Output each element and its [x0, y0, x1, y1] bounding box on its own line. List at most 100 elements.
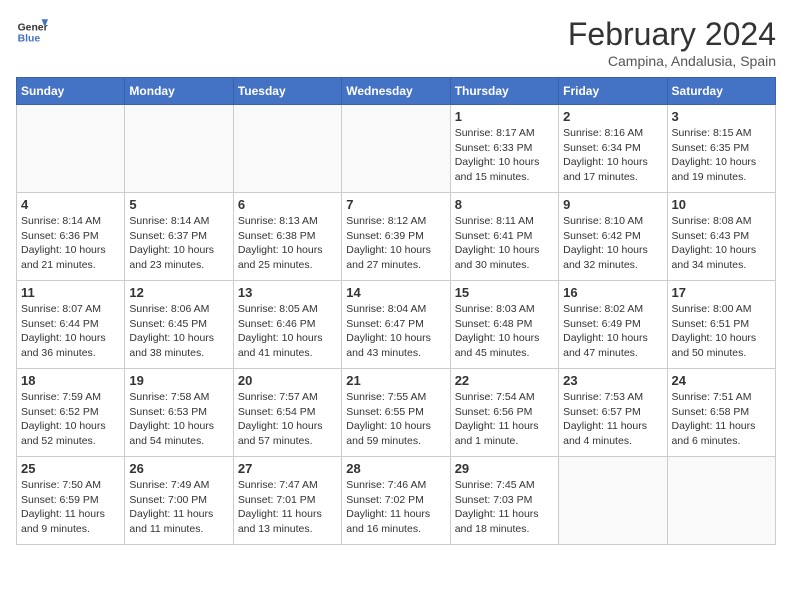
- calendar-day-cell: 8 Sunrise: 8:11 AMSunset: 6:41 PMDaylight…: [450, 193, 558, 281]
- day-number: 24: [672, 373, 771, 388]
- day-info: Sunrise: 8:02 AMSunset: 6:49 PMDaylight:…: [563, 302, 662, 361]
- calendar-day-cell: [667, 457, 775, 545]
- day-info: Sunrise: 8:11 AMSunset: 6:41 PMDaylight:…: [455, 214, 554, 273]
- calendar-day-cell: 10Sunrise: 8:08 AMSunset: 6:43 PMDayligh…: [667, 193, 775, 281]
- calendar-day-cell: 12 Sunrise: 8:06 AMSunset: 6:45 PMDayligh…: [125, 281, 233, 369]
- day-number: 2: [563, 109, 662, 124]
- day-number: 17: [672, 285, 771, 300]
- calendar-day-cell: 21Sunrise: 7:55 AMSunset: 6:55 PMDayligh…: [342, 369, 450, 457]
- day-number: 8: [455, 197, 554, 212]
- calendar-day-cell: [233, 105, 341, 193]
- day-number: 16: [563, 285, 662, 300]
- day-number: 29: [455, 461, 554, 476]
- day-info: Sunrise: 8:04 AMSunset: 6:47 PMDaylight:…: [346, 302, 445, 361]
- weekday-header-cell: Wednesday: [342, 78, 450, 105]
- calendar-week-row: 11 Sunrise: 8:07 AMSunset: 6:44 PMDayligh…: [17, 281, 776, 369]
- calendar-day-cell: 14 Sunrise: 8:04 AMSunset: 6:47 PMDayligh…: [342, 281, 450, 369]
- calendar-day-cell: 3Sunrise: 8:15 AMSunset: 6:35 PMDaylight…: [667, 105, 775, 193]
- weekday-header-cell: Sunday: [17, 78, 125, 105]
- weekday-header-cell: Friday: [559, 78, 667, 105]
- weekday-header-cell: Thursday: [450, 78, 558, 105]
- day-info: Sunrise: 8:08 AMSunset: 6:43 PMDaylight:…: [672, 214, 771, 273]
- weekday-header-cell: Tuesday: [233, 78, 341, 105]
- day-number: 15: [455, 285, 554, 300]
- day-number: 13: [238, 285, 337, 300]
- calendar-day-cell: 6 Sunrise: 8:13 AMSunset: 6:38 PMDaylight…: [233, 193, 341, 281]
- day-number: 14: [346, 285, 445, 300]
- weekday-header-cell: Monday: [125, 78, 233, 105]
- calendar-day-cell: 1Sunrise: 8:17 AMSunset: 6:33 PMDaylight…: [450, 105, 558, 193]
- svg-text:General: General: [18, 22, 48, 33]
- header: General Blue February 2024 Campina, Anda…: [16, 16, 776, 69]
- calendar-day-cell: 4 Sunrise: 8:14 AMSunset: 6:36 PMDaylight…: [17, 193, 125, 281]
- day-info: Sunrise: 8:12 AMSunset: 6:39 PMDaylight:…: [346, 214, 445, 273]
- calendar-day-cell: 20 Sunrise: 7:57 AMSunset: 6:54 PMDayligh…: [233, 369, 341, 457]
- calendar-day-cell: [17, 105, 125, 193]
- day-number: 26: [129, 461, 228, 476]
- day-info: Sunrise: 7:45 AMSunset: 7:03 PMDaylight:…: [455, 478, 554, 537]
- location-subtitle: Campina, Andalusia, Spain: [568, 53, 776, 69]
- day-info: Sunrise: 7:46 AMSunset: 7:02 PMDaylight:…: [346, 478, 445, 537]
- calendar-day-cell: 15 Sunrise: 8:03 AMSunset: 6:48 PMDayligh…: [450, 281, 558, 369]
- day-info: Sunrise: 7:58 AMSunset: 6:53 PMDaylight:…: [129, 390, 228, 449]
- day-number: 1: [455, 109, 554, 124]
- calendar-day-cell: 9Sunrise: 8:10 AMSunset: 6:42 PMDaylight…: [559, 193, 667, 281]
- day-number: 7: [346, 197, 445, 212]
- day-number: 28: [346, 461, 445, 476]
- calendar-day-cell: 16 Sunrise: 8:02 AMSunset: 6:49 PMDayligh…: [559, 281, 667, 369]
- calendar-day-cell: 19 Sunrise: 7:58 AMSunset: 6:53 PMDayligh…: [125, 369, 233, 457]
- day-info: Sunrise: 8:14 AMSunset: 6:36 PMDaylight:…: [21, 214, 120, 273]
- day-info: Sunrise: 7:54 AMSunset: 6:56 PMDaylight:…: [455, 390, 554, 449]
- calendar-day-cell: 22 Sunrise: 7:54 AMSunset: 6:56 PMDayligh…: [450, 369, 558, 457]
- day-info: Sunrise: 8:16 AMSunset: 6:34 PMDaylight:…: [563, 126, 662, 185]
- calendar-day-cell: 18 Sunrise: 7:59 AMSunset: 6:52 PMDayligh…: [17, 369, 125, 457]
- calendar-day-cell: 25Sunrise: 7:50 AMSunset: 6:59 PMDayligh…: [17, 457, 125, 545]
- calendar-day-cell: [125, 105, 233, 193]
- calendar-week-row: 4 Sunrise: 8:14 AMSunset: 6:36 PMDaylight…: [17, 193, 776, 281]
- day-number: 12: [129, 285, 228, 300]
- weekday-header-row: SundayMondayTuesdayWednesdayThursdayFrid…: [17, 78, 776, 105]
- day-number: 5: [129, 197, 228, 212]
- day-info: Sunrise: 7:57 AMSunset: 6:54 PMDaylight:…: [238, 390, 337, 449]
- day-info: Sunrise: 8:14 AMSunset: 6:37 PMDaylight:…: [129, 214, 228, 273]
- calendar-body: 1Sunrise: 8:17 AMSunset: 6:33 PMDaylight…: [17, 105, 776, 545]
- calendar-day-cell: 17 Sunrise: 8:00 AMSunset: 6:51 PMDayligh…: [667, 281, 775, 369]
- day-number: 6: [238, 197, 337, 212]
- day-info: Sunrise: 8:10 AMSunset: 6:42 PMDaylight:…: [563, 214, 662, 273]
- calendar-table: SundayMondayTuesdayWednesdayThursdayFrid…: [16, 77, 776, 545]
- day-number: 3: [672, 109, 771, 124]
- day-number: 11: [21, 285, 120, 300]
- day-info: Sunrise: 7:59 AMSunset: 6:52 PMDaylight:…: [21, 390, 120, 449]
- calendar-day-cell: 7 Sunrise: 8:12 AMSunset: 6:39 PMDaylight…: [342, 193, 450, 281]
- month-title: February 2024: [568, 16, 776, 53]
- day-number: 23: [563, 373, 662, 388]
- day-info: Sunrise: 8:00 AMSunset: 6:51 PMDaylight:…: [672, 302, 771, 361]
- calendar-day-cell: 28 Sunrise: 7:46 AMSunset: 7:02 PMDayligh…: [342, 457, 450, 545]
- weekday-header-cell: Saturday: [667, 78, 775, 105]
- day-number: 21: [346, 373, 445, 388]
- logo: General Blue: [16, 16, 48, 48]
- day-info: Sunrise: 8:06 AMSunset: 6:45 PMDaylight:…: [129, 302, 228, 361]
- day-number: 19: [129, 373, 228, 388]
- day-info: Sunrise: 8:13 AMSunset: 6:38 PMDaylight:…: [238, 214, 337, 273]
- calendar-week-row: 25Sunrise: 7:50 AMSunset: 6:59 PMDayligh…: [17, 457, 776, 545]
- svg-text:Blue: Blue: [18, 34, 41, 45]
- calendar-week-row: 18 Sunrise: 7:59 AMSunset: 6:52 PMDayligh…: [17, 369, 776, 457]
- day-info: Sunrise: 7:51 AMSunset: 6:58 PMDaylight:…: [672, 390, 771, 449]
- day-info: Sunrise: 7:53 AMSunset: 6:57 PMDaylight:…: [563, 390, 662, 449]
- day-number: 4: [21, 197, 120, 212]
- day-info: Sunrise: 8:03 AMSunset: 6:48 PMDaylight:…: [455, 302, 554, 361]
- calendar-day-cell: [559, 457, 667, 545]
- day-info: Sunrise: 7:49 AMSunset: 7:00 PMDaylight:…: [129, 478, 228, 537]
- day-number: 22: [455, 373, 554, 388]
- calendar-day-cell: 2 Sunrise: 8:16 AMSunset: 6:34 PMDaylight…: [559, 105, 667, 193]
- calendar-day-cell: 26 Sunrise: 7:49 AMSunset: 7:00 PMDayligh…: [125, 457, 233, 545]
- day-info: Sunrise: 8:07 AMSunset: 6:44 PMDaylight:…: [21, 302, 120, 361]
- calendar-week-row: 1Sunrise: 8:17 AMSunset: 6:33 PMDaylight…: [17, 105, 776, 193]
- calendar-day-cell: 24 Sunrise: 7:51 AMSunset: 6:58 PMDayligh…: [667, 369, 775, 457]
- calendar-day-cell: 11 Sunrise: 8:07 AMSunset: 6:44 PMDayligh…: [17, 281, 125, 369]
- day-info: Sunrise: 8:05 AMSunset: 6:46 PMDaylight:…: [238, 302, 337, 361]
- day-number: 18: [21, 373, 120, 388]
- day-number: 20: [238, 373, 337, 388]
- calendar-day-cell: 13 Sunrise: 8:05 AMSunset: 6:46 PMDayligh…: [233, 281, 341, 369]
